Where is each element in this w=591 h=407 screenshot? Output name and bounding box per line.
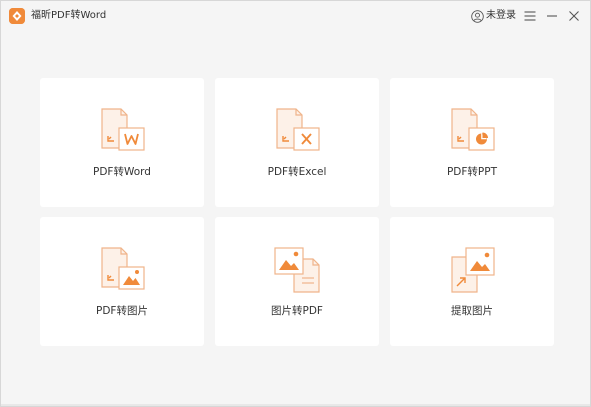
title-bar: 福昕PDF转Word 未登录 bbox=[1, 1, 590, 31]
close-button[interactable] bbox=[567, 9, 581, 23]
pdf-to-ppt-icon bbox=[447, 106, 497, 156]
menu-button[interactable] bbox=[523, 9, 537, 23]
card-label: PDF转PPT bbox=[446, 166, 498, 178]
pdf-to-image-icon bbox=[97, 245, 147, 295]
bottom-edge bbox=[1, 404, 590, 406]
extract-image-icon bbox=[447, 245, 497, 295]
hamburger-menu-icon bbox=[524, 11, 536, 21]
pdf-to-ppt-card[interactable]: PDF转PPT bbox=[390, 78, 554, 207]
pdf-to-excel-card[interactable]: PDF转Excel bbox=[215, 78, 379, 207]
card-label: 图片转PDF bbox=[271, 305, 323, 317]
app-window: 福昕PDF转Word 未登录 PDF转Word PDF转Excel PDF转PP… bbox=[0, 0, 591, 407]
pdf-to-word-card[interactable]: PDF转Word bbox=[40, 78, 204, 207]
app-title: 福昕PDF转Word bbox=[31, 10, 107, 21]
close-icon bbox=[569, 11, 579, 21]
foxit-app-logo-icon bbox=[9, 8, 25, 24]
pdf-to-excel-icon bbox=[272, 106, 322, 156]
image-to-pdf-icon bbox=[272, 245, 322, 295]
extract-image-card[interactable]: 提取图片 bbox=[390, 217, 554, 346]
login-button[interactable]: 未登录 bbox=[471, 8, 516, 24]
card-label: PDF转Excel bbox=[267, 166, 327, 178]
image-to-pdf-card[interactable]: 图片转PDF bbox=[215, 217, 379, 346]
card-label: PDF转图片 bbox=[96, 305, 148, 317]
minimize-button[interactable] bbox=[545, 9, 559, 23]
card-label: PDF转Word bbox=[93, 166, 151, 178]
minimize-icon bbox=[547, 15, 557, 17]
card-label: 提取图片 bbox=[451, 305, 493, 317]
pdf-to-word-icon bbox=[97, 106, 147, 156]
user-circle-icon bbox=[471, 9, 484, 23]
login-label: 未登录 bbox=[486, 10, 516, 21]
pdf-to-image-card[interactable]: PDF转图片 bbox=[40, 217, 204, 346]
